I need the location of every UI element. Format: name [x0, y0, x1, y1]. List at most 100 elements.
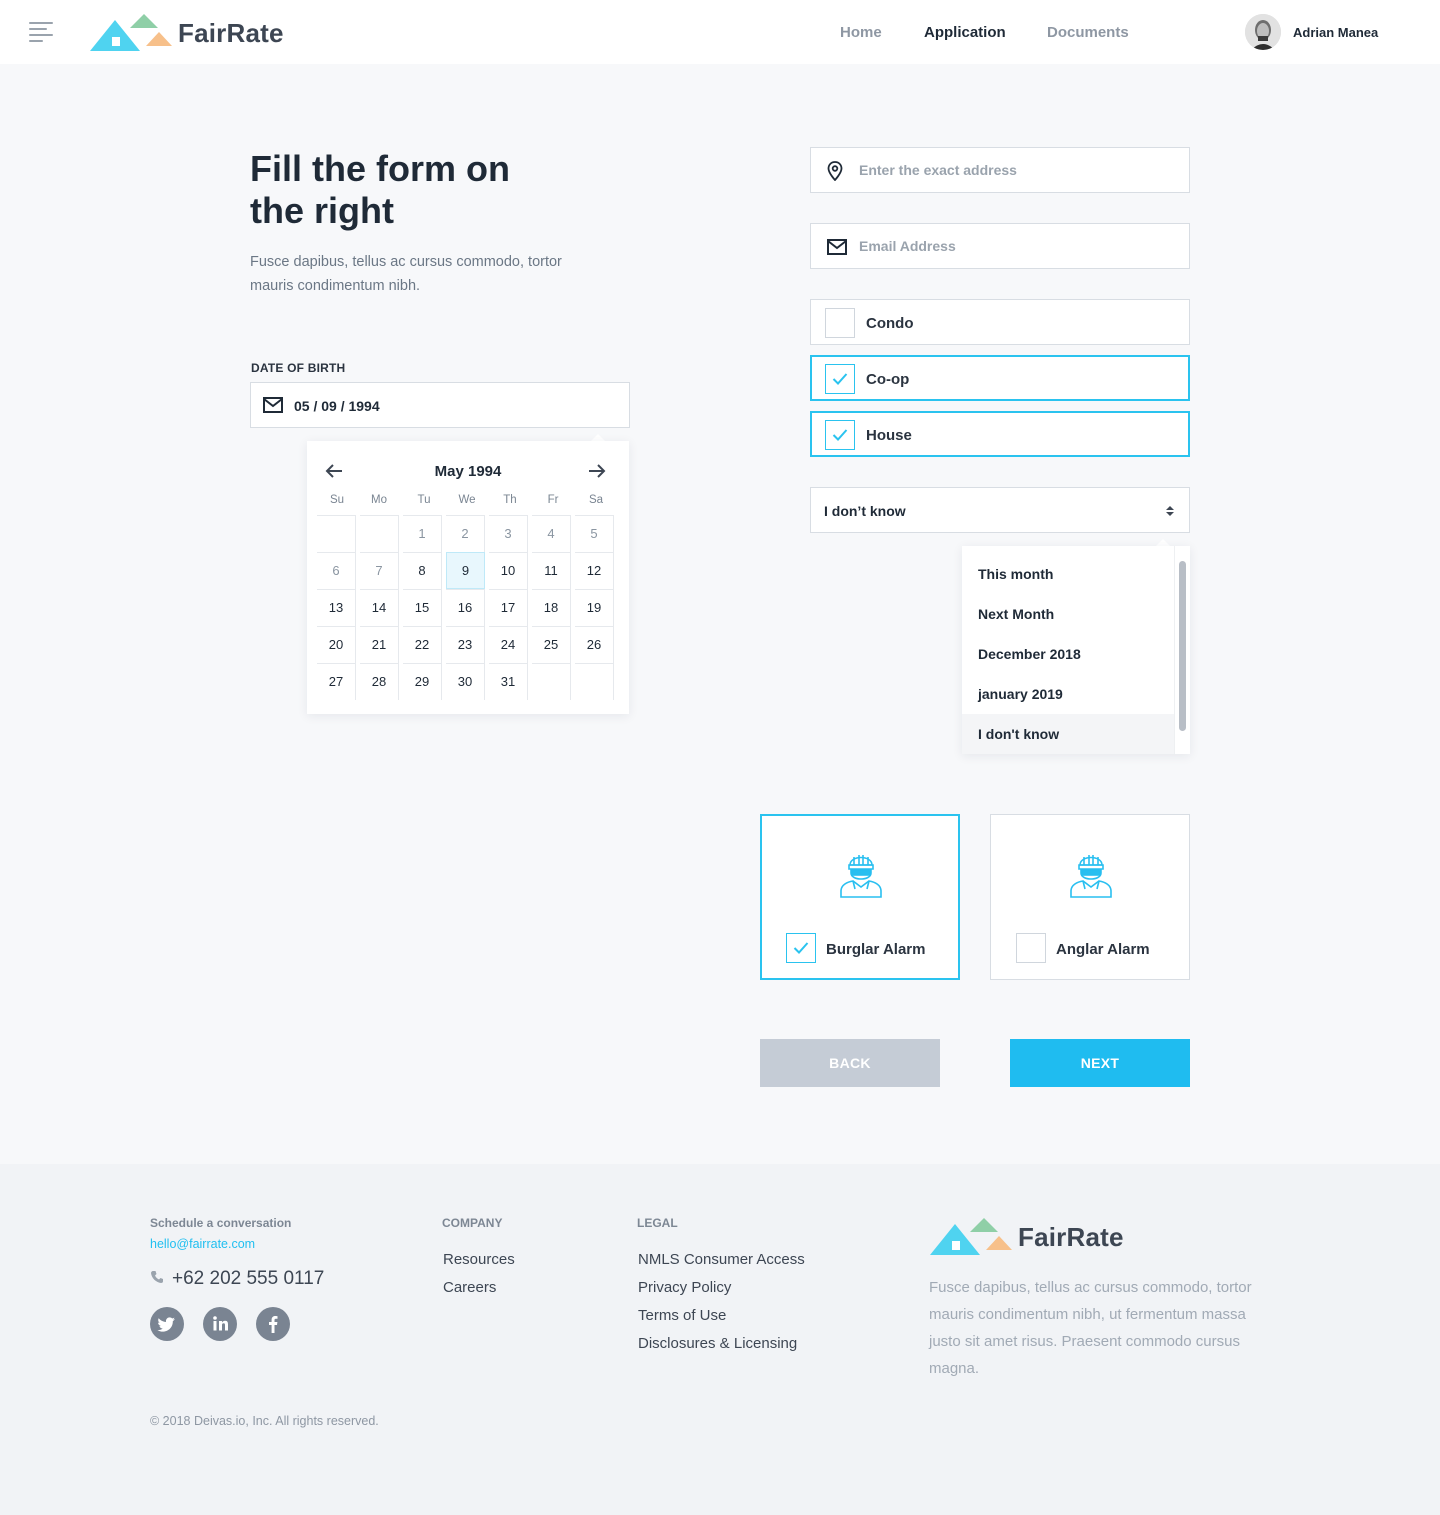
calendar-day[interactable]: 26 [575, 626, 614, 663]
footer-link-disclosures[interactable]: Disclosures & Licensing [638, 1335, 797, 1352]
menu-icon[interactable] [29, 22, 53, 44]
nav-application[interactable]: Application [924, 24, 1006, 41]
calendar-day[interactable]: 22 [403, 626, 442, 663]
email-input[interactable] [859, 236, 1159, 256]
logo-mark-icon [90, 14, 172, 51]
burglar-icon [1070, 855, 1112, 898]
calendar-day[interactable]: 16 [446, 589, 485, 626]
dropdown-scrollbar-thumb[interactable] [1179, 561, 1186, 731]
avatar [1245, 14, 1281, 50]
calendar-day[interactable]: 14 [360, 589, 399, 626]
calendar-weekday: Tu [417, 494, 431, 506]
footer-link-privacy[interactable]: Privacy Policy [638, 1279, 731, 1296]
checkbox[interactable] [825, 420, 855, 450]
calendar-day[interactable]: 4 [532, 515, 571, 552]
footer-brand-logo[interactable]: FairRate [930, 1216, 1130, 1256]
burglar-icon [840, 855, 882, 898]
calendar-day[interactable]: 30 [446, 663, 485, 700]
dropdown-option[interactable]: I don't know [962, 714, 1174, 754]
calendar-empty-cell [317, 515, 356, 552]
user-name: Adrian Manea [1293, 25, 1379, 40]
calendar-day[interactable]: 31 [489, 663, 528, 700]
alarm-card-anglar[interactable]: Anglar Alarm [990, 814, 1190, 980]
logo-mark-icon [930, 1218, 1012, 1255]
calendar-day[interactable]: 27 [317, 663, 356, 700]
calendar-day[interactable]: 19 [575, 589, 614, 626]
calendar-day[interactable]: 3 [489, 515, 528, 552]
dob-value: 05 / 09 / 1994 [294, 398, 380, 414]
check-icon [832, 373, 848, 385]
property-type-condo[interactable]: Condo [810, 299, 1190, 345]
dropdown-option[interactable]: january 2019 [962, 674, 1174, 714]
footer-link-careers[interactable]: Careers [443, 1279, 496, 1296]
calendar-empty-cell [532, 663, 571, 700]
calendar-day[interactable]: 28 [360, 663, 399, 700]
twitter-icon[interactable] [150, 1307, 184, 1341]
facebook-icon[interactable] [256, 1307, 290, 1341]
alarm-card-burglar[interactable]: Burglar Alarm [760, 814, 960, 980]
footer-link-nmls[interactable]: NMLS Consumer Access [638, 1251, 805, 1268]
property-type-label: House [866, 427, 912, 444]
calendar-day[interactable]: 2 [446, 515, 485, 552]
company-heading: COMPANY [442, 1216, 503, 1230]
calendar-empty-cell [575, 663, 614, 700]
alarm-label: Burglar Alarm [826, 941, 926, 958]
address-input[interactable] [859, 160, 1159, 180]
calendar-day[interactable]: 1 [403, 515, 442, 552]
location-pin-icon [827, 161, 843, 181]
property-type-coop[interactable]: Co-op [810, 355, 1190, 401]
calendar-day[interactable]: 23 [446, 626, 485, 663]
calendar-day[interactable]: 11 [532, 552, 571, 589]
checkbox[interactable] [825, 308, 855, 338]
brand-logo[interactable]: FairRate [90, 12, 290, 52]
email-field[interactable] [810, 223, 1190, 269]
page-subtitle: Fusce dapibus, tellus ac cursus commodo,… [250, 254, 562, 294]
calendar-month: May 1994 [434, 463, 502, 480]
arrow-right-icon[interactable] [587, 461, 607, 481]
back-button[interactable]: BACK [760, 1039, 940, 1087]
calendar-day[interactable]: 20 [317, 626, 356, 663]
dob-field[interactable]: 05 / 09 / 1994 [250, 382, 630, 428]
timing-select[interactable]: I don’t know [810, 487, 1190, 533]
linkedin-icon[interactable] [203, 1307, 237, 1341]
copyright: © 2018 Deivas.io, Inc. All rights reserv… [150, 1414, 379, 1428]
calendar-day[interactable]: 25 [532, 626, 571, 663]
calendar-day[interactable]: 24 [489, 626, 528, 663]
sort-arrows-icon [1166, 506, 1174, 516]
nav-documents[interactable]: Documents [1047, 24, 1129, 41]
calendar-day[interactable]: 21 [360, 626, 399, 663]
next-button[interactable]: NEXT [1010, 1039, 1190, 1087]
checkbox[interactable] [1016, 933, 1046, 963]
calendar-weekday: We [458, 494, 476, 506]
property-type-house[interactable]: House [810, 411, 1190, 457]
dropdown-option[interactable]: This month [962, 554, 1174, 594]
calendar-day[interactable]: 15 [403, 589, 442, 626]
calendar-day[interactable]: 13 [317, 589, 356, 626]
calendar-day[interactable]: 5 [575, 515, 614, 552]
address-field[interactable] [810, 147, 1190, 193]
nav-home[interactable]: Home [840, 24, 882, 41]
calendar-day[interactable]: 18 [532, 589, 571, 626]
calendar-day[interactable]: 10 [489, 552, 528, 589]
calendar-weekday: Sa [588, 494, 604, 506]
calendar-day[interactable]: 8 [403, 552, 442, 589]
calendar-day[interactable]: 29 [403, 663, 442, 700]
footer-link-terms[interactable]: Terms of Use [638, 1307, 726, 1324]
calendar-day[interactable]: 17 [489, 589, 528, 626]
property-type-label: Co-op [866, 371, 910, 388]
date-picker: May 1994 Su Mo Tu We Th Fr Sa 1 2 3 4 5 6 7 8 9 10 11 12 1… [307, 441, 629, 714]
mail-icon [827, 239, 847, 255]
footer-link-resources[interactable]: Resources [443, 1251, 515, 1268]
checkbox[interactable] [825, 364, 855, 394]
calendar-day[interactable]: 9 [446, 552, 485, 589]
dob-label: DATE OF BIRTH [251, 361, 346, 375]
dropdown-option[interactable]: December 2018 [962, 634, 1174, 674]
dropdown-option[interactable]: Next Month [962, 594, 1174, 634]
calendar-day[interactable]: 7 [360, 552, 399, 589]
footer-email-link[interactable]: hello@fairrate.com [150, 1237, 255, 1251]
calendar-day[interactable]: 6 [317, 552, 356, 589]
calendar-day[interactable]: 12 [575, 552, 614, 589]
footer-description: Fusce dapibus, tellus ac cursus commodo,… [929, 1279, 1252, 1377]
property-type-label: Condo [866, 315, 914, 332]
checkbox[interactable] [786, 933, 816, 963]
